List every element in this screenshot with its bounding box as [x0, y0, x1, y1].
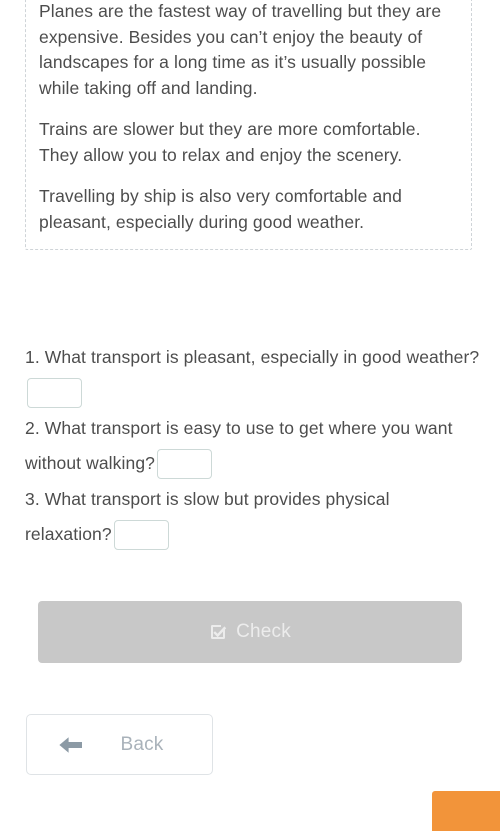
question-item-2: 2. What transport is easy to use to get … [25, 411, 480, 481]
back-button[interactable]: Back [26, 714, 213, 775]
answer-input-2[interactable] [157, 449, 213, 480]
reading-passage-box: Planes are the fastest way of travelling… [25, 0, 472, 250]
question-text-1: 1. What transport is pleasant, especiall… [25, 347, 480, 367]
checkbox-checked-icon [209, 623, 227, 641]
questions-list: 1. What transport is pleasant, especiall… [25, 340, 480, 553]
answer-input-3[interactable] [113, 520, 169, 551]
corner-accent-block[interactable] [432, 791, 500, 831]
passage-paragraph: Trains are slower but they are more comf… [39, 119, 421, 165]
check-button-label: Check [236, 621, 291, 642]
check-button[interactable]: Check [38, 601, 462, 663]
arrow-left-icon [44, 734, 98, 756]
question-text-2: 2. What transport is easy to use to get … [25, 418, 453, 473]
passage-paragraph: Travelling by ship is also very comforta… [39, 186, 402, 232]
question-text-3: 3. What transport is slow but provides p… [25, 489, 390, 544]
answer-input-1[interactable] [27, 378, 82, 409]
question-item-3: 3. What transport is slow but provides p… [25, 482, 480, 552]
back-button-label: Back [120, 733, 164, 755]
passage-paragraph: Planes are the fastest way of travelling… [39, 1, 442, 98]
question-item-1: 1. What transport is pleasant, especiall… [25, 340, 480, 410]
